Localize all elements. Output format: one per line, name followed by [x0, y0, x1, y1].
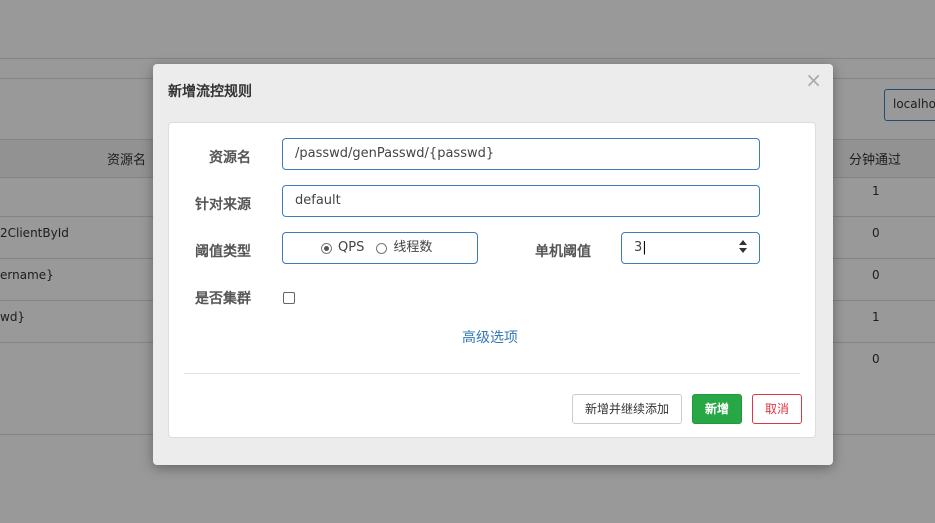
single-threshold-input[interactable]: 3|	[621, 232, 760, 264]
close-icon[interactable]: ×	[805, 70, 822, 90]
qps-radio-label: QPS	[338, 240, 365, 255]
thread-count-radio[interactable]	[376, 242, 388, 254]
single-threshold-label: 单机阈值	[535, 244, 591, 260]
cluster-checkbox[interactable]	[283, 292, 295, 304]
stepper-down-icon[interactable]	[739, 248, 747, 253]
advanced-options-link[interactable]: 高级选项	[462, 327, 518, 347]
resource-name-label: 资源名	[209, 150, 251, 166]
add-button[interactable]: 新增	[692, 394, 742, 424]
stepper-up-icon[interactable]	[739, 240, 747, 245]
origin-input[interactable]: default	[282, 185, 760, 217]
dialog-form: 资源名 /passwd/genPasswd/{passwd} 针对来源 defa…	[168, 122, 816, 438]
form-divider	[184, 373, 800, 374]
thread-count-radio-label: 线程数	[393, 240, 433, 255]
threshold-type-label: 阈值类型	[195, 244, 251, 260]
dialog-title: 新增流控规则	[168, 84, 252, 100]
cluster-label: 是否集群	[195, 291, 251, 307]
add-and-continue-button[interactable]: 新增并继续添加	[572, 394, 682, 424]
number-stepper[interactable]	[739, 240, 749, 256]
origin-label: 针对来源	[195, 197, 251, 213]
add-flow-rule-dialog: 新增流控规则 × 资源名 /passwd/genPasswd/{passwd} …	[153, 64, 833, 465]
resource-name-input[interactable]: /passwd/genPasswd/{passwd}	[282, 138, 760, 170]
threshold-type-radio-group: QPS 线程数	[282, 232, 478, 264]
qps-radio[interactable]	[321, 242, 332, 254]
cancel-button[interactable]: 取消	[752, 394, 802, 424]
